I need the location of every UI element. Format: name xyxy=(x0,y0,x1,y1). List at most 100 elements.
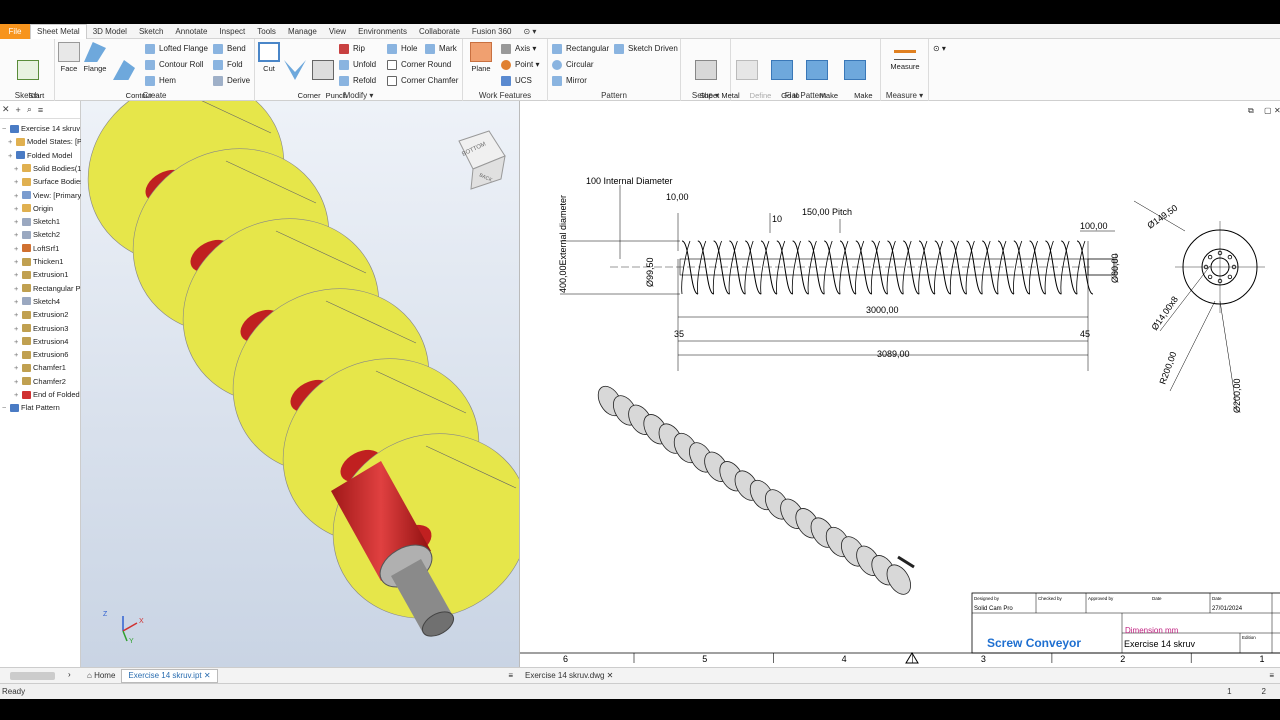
measure-button[interactable]: Measure xyxy=(885,42,925,71)
rectangular-pattern-button[interactable]: Rectangular xyxy=(552,42,609,55)
browser-node[interactable]: + Sketch1 xyxy=(14,215,60,228)
face-button[interactable]: Face xyxy=(57,42,81,73)
dim-45[interactable]: 45 xyxy=(1080,329,1090,339)
dim-internal-diameter[interactable]: 100 Internal Diameter xyxy=(586,176,673,186)
dim-35[interactable]: 35 xyxy=(674,329,684,339)
expand-icon[interactable]: + xyxy=(14,270,22,279)
lofted-flange-button[interactable]: Lofted Flange xyxy=(145,42,208,55)
dim-pitch[interactable]: 150,00 Pitch xyxy=(802,207,852,217)
maximize-icon[interactable]: ▢ xyxy=(1264,106,1272,115)
expand-icon[interactable]: + xyxy=(14,310,22,319)
circular-pattern-button[interactable]: Circular xyxy=(552,58,594,71)
tab-tools[interactable]: Tools xyxy=(251,24,282,39)
expand-icon[interactable]: + xyxy=(14,350,22,359)
dim-external-diameter[interactable]: 400,00External diameter xyxy=(558,195,568,293)
mirror-button[interactable]: Mirror xyxy=(552,74,587,87)
bend-button[interactable]: Bend xyxy=(213,42,246,55)
browser-node[interactable]: + Model States: [Pr xyxy=(8,135,85,148)
close-tab-icon[interactable]: ✕ xyxy=(204,671,211,680)
dim-3000[interactable]: 3000,00 xyxy=(866,305,899,315)
expand-icon[interactable]: + xyxy=(14,377,22,386)
tab-file[interactable]: File xyxy=(0,23,30,39)
browser-node[interactable]: + Extrusion4 xyxy=(14,335,68,348)
browser-node[interactable]: + Extrusion1 xyxy=(14,268,68,281)
browser-node[interactable]: − Flat Pattern xyxy=(2,401,60,414)
tab-collaborate[interactable]: Collaborate xyxy=(413,24,466,39)
rip-button[interactable]: Rip xyxy=(339,42,365,55)
expand-icon[interactable]: − xyxy=(2,124,10,133)
point-button[interactable]: Point ▾ xyxy=(501,58,539,71)
drawing-tab-menu-icon[interactable]: ≡ xyxy=(1269,671,1274,680)
dim-d99[interactable]: Ø99,50 xyxy=(645,257,655,287)
ribbon-options-icon[interactable]: ⊙ ▾ xyxy=(518,24,543,39)
hem-button[interactable]: Hem xyxy=(145,74,176,87)
tab-sheet-metal[interactable]: Sheet Metal xyxy=(30,23,87,39)
viewcube[interactable]: BOTTOM BACK xyxy=(458,130,506,190)
axis-button[interactable]: Axis ▾ xyxy=(501,42,536,55)
browser-node[interactable]: + Chamfer1 xyxy=(14,361,66,374)
expand-icon[interactable]: + xyxy=(8,151,16,160)
corner-round-button[interactable]: Corner Round xyxy=(387,58,451,71)
browser-node[interactable]: + Rectangular P xyxy=(14,282,81,295)
3d-viewport[interactable]: Z X Y BOTTOM BACK xyxy=(81,101,519,667)
tab-view[interactable]: View xyxy=(323,24,352,39)
corner-chamfer-button[interactable]: Corner Chamfer xyxy=(387,74,458,87)
dim-3089[interactable]: 3089,00 xyxy=(877,349,910,359)
browser-node[interactable]: + Thicken1 xyxy=(14,255,63,268)
dim-d60[interactable]: Ø60,00 xyxy=(1110,253,1120,283)
flange-button[interactable]: Flange xyxy=(81,42,109,73)
tab-manage[interactable]: Manage xyxy=(282,24,323,39)
mark-button[interactable]: Mark xyxy=(425,42,457,55)
expand-icon[interactable]: + xyxy=(14,217,22,226)
dim-d200[interactable]: Ø200,00 xyxy=(1232,378,1242,413)
browser-node[interactable]: + Folded Model xyxy=(8,149,72,162)
close-icon[interactable]: ✕ xyxy=(2,104,10,115)
browser-node[interactable]: + Extrusion2 xyxy=(14,308,68,321)
dim-d14[interactable]: Ø14,00x8 xyxy=(1149,294,1180,332)
fold-button[interactable]: Fold xyxy=(213,58,243,71)
expand-icon[interactable]: + xyxy=(14,164,22,173)
expand-icon[interactable]: + xyxy=(14,177,22,186)
customize-icon[interactable]: ⊙ ▾ xyxy=(933,42,946,55)
close-dwg-tab-icon[interactable]: ✕ xyxy=(607,671,614,680)
dim-10-b[interactable]: 10 xyxy=(772,214,782,224)
tab-annotate[interactable]: Annotate xyxy=(169,24,213,39)
drawing-sheet[interactable]: ⧉ ▢ ✕ xyxy=(519,101,1280,667)
tab-fusion-360[interactable]: Fusion 360 xyxy=(466,24,518,39)
group-label-setup[interactable]: Setup ▾ xyxy=(681,91,730,100)
hole-button[interactable]: Hole xyxy=(387,42,417,55)
expand-icon[interactable]: + xyxy=(8,137,16,146)
dim-10-a[interactable]: 10,00 xyxy=(666,192,689,202)
menu-icon[interactable]: ≡ xyxy=(38,105,43,115)
refold-button[interactable]: Refold xyxy=(339,74,376,87)
cut-button[interactable]: Cut xyxy=(257,42,281,73)
unfold-button[interactable]: Unfold xyxy=(339,58,376,71)
close-drawing-icon[interactable]: ✕ xyxy=(1274,106,1280,115)
document-tab-dwg[interactable]: Exercise 14 skruv.dwg ✕ xyxy=(519,669,619,683)
sketch-driven-button[interactable]: Sketch Driven xyxy=(614,42,678,55)
expand-icon[interactable]: + xyxy=(14,363,22,372)
expand-icon[interactable]: + xyxy=(14,244,22,253)
expand-icon[interactable]: + xyxy=(14,257,22,266)
contour-roll-button[interactable]: Contour Roll xyxy=(145,58,203,71)
browser-node[interactable]: + Sketch2 xyxy=(14,228,60,241)
browser-node[interactable]: + Extrusion6 xyxy=(14,348,68,361)
group-label-measure[interactable]: Measure ▾ xyxy=(881,91,928,100)
expand-icon[interactable]: + xyxy=(14,191,22,200)
expand-icon[interactable]: + xyxy=(14,324,22,333)
tab-menu-icon[interactable]: ≡ xyxy=(508,671,513,680)
browser-node[interactable]: + Origin xyxy=(14,202,53,215)
ucs-button[interactable]: UCS xyxy=(501,74,532,87)
expand-icon[interactable]: + xyxy=(14,284,22,293)
tab-environments[interactable]: Environments xyxy=(352,24,413,39)
browser-node[interactable]: − Exercise 14 skruv xyxy=(2,122,80,135)
expand-icon[interactable]: + xyxy=(14,337,22,346)
tab-inspect[interactable]: Inspect xyxy=(213,24,251,39)
browser-node[interactable]: + Chamfer2 xyxy=(14,375,66,388)
search-icon[interactable]: ⌕ xyxy=(27,104,32,115)
expand-icon[interactable]: + xyxy=(14,297,22,306)
group-label-modify[interactable]: Modify ▾ xyxy=(255,91,462,100)
derive-button[interactable]: Derive xyxy=(213,74,250,87)
expand-icon[interactable]: + xyxy=(14,230,22,239)
home-tab[interactable]: ⌂ Home xyxy=(81,669,121,683)
